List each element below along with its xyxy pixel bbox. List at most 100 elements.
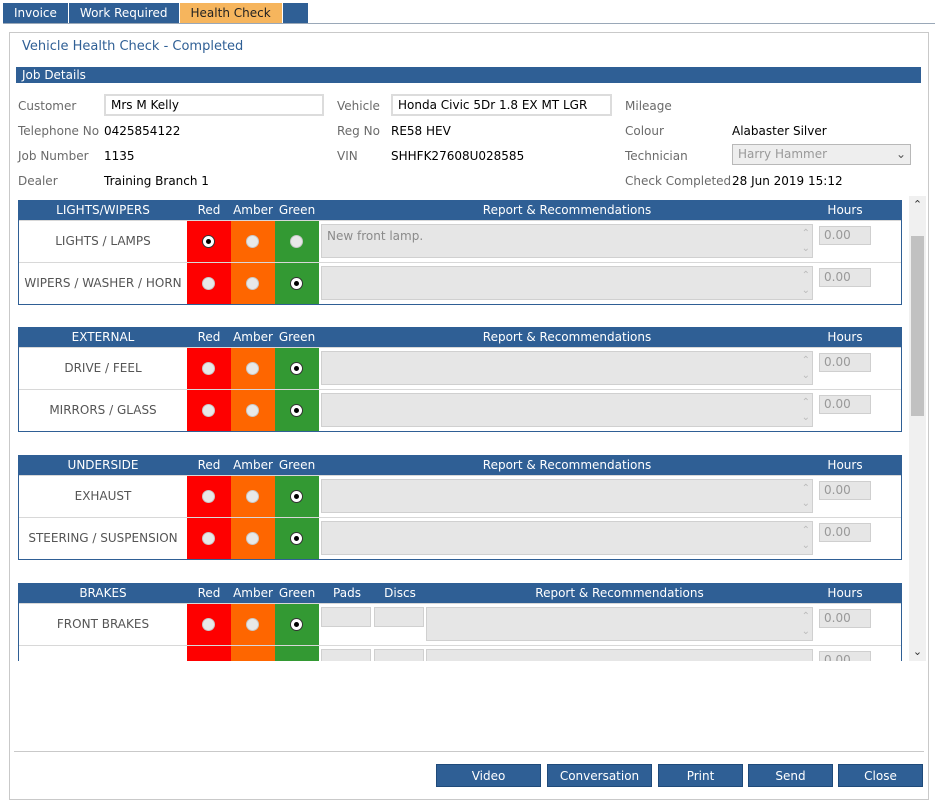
section-title: UNDERSIDE xyxy=(67,458,139,472)
close-button[interactable]: Close xyxy=(838,764,923,787)
hours-input[interactable]: 0.00 xyxy=(819,651,871,661)
check-row: EXHAUST ⌃ ⌄ 0.00 xyxy=(19,475,901,517)
green-radio[interactable] xyxy=(290,618,303,631)
hours-input[interactable]: 0.00 xyxy=(819,226,871,245)
row-label: STEERING / SUSPENSION xyxy=(28,531,178,545)
col-hours: Hours xyxy=(827,203,863,217)
check-row: FRONT BRAKES ⌃ ⌄ 0.00 xyxy=(19,603,901,645)
hours-input[interactable]: 0.00 xyxy=(819,523,871,542)
technician-select[interactable]: Harry Hammer ⌄ xyxy=(732,144,911,165)
discs-input[interactable] xyxy=(374,649,424,661)
print-button[interactable]: Print xyxy=(658,764,743,787)
health-check-scroll-area[interactable]: LIGHTS/WIPERS Red Amber Green Report & R… xyxy=(16,196,928,661)
amber-radio[interactable] xyxy=(246,532,259,545)
report-textarea[interactable]: ⌃ ⌄ xyxy=(321,479,813,513)
vehicle-field[interactable]: Honda Civic 5Dr 1.8 EX MT LGR xyxy=(391,94,612,116)
scroll-up-icon[interactable]: ⌃ xyxy=(909,196,926,214)
hours-input[interactable]: 0.00 xyxy=(819,609,871,628)
dealer-label: Dealer xyxy=(18,174,58,188)
pads-input[interactable] xyxy=(321,649,371,661)
row-label: WIPERS / WASHER / HORN xyxy=(24,276,182,290)
col-green: Green xyxy=(278,586,316,600)
col-discs: Discs xyxy=(384,586,416,600)
colour-label: Colour xyxy=(625,124,664,138)
discs-input[interactable] xyxy=(374,607,424,627)
check-row: DRIVE / FEEL ⌃ ⌄ 0.00 xyxy=(19,347,901,389)
section-header: UNDERSIDE Red Amber Green Report & Recom… xyxy=(19,456,901,475)
colour-value: Alabaster Silver xyxy=(732,124,827,138)
report-textarea[interactable]: ⌃ ⌄ xyxy=(321,521,813,555)
conversation-button[interactable]: Conversation xyxy=(547,764,652,787)
textarea-spin-icon[interactable]: ⌃ ⌄ xyxy=(802,268,810,298)
report-textarea[interactable] xyxy=(426,649,813,661)
textarea-spin-icon[interactable]: ⌃ ⌄ xyxy=(802,226,810,256)
red-radio[interactable] xyxy=(202,235,215,248)
health-check-panel: Vehicle Health Check - Completed Job Det… xyxy=(9,32,929,800)
red-radio[interactable] xyxy=(202,277,215,290)
tab-health-check[interactable]: Health Check xyxy=(179,3,283,23)
textarea-spin-icon[interactable]: ⌃ ⌄ xyxy=(802,481,810,511)
green-radio[interactable] xyxy=(290,277,303,290)
section-title: EXTERNAL xyxy=(71,330,135,344)
vehicle-label: Vehicle xyxy=(337,99,380,113)
col-report: Report & Recommendations xyxy=(482,330,652,344)
check-row: LIGHTS / LAMPS New front lamp. ⌃ ⌄ 0.00 xyxy=(19,220,901,262)
pads-input[interactable] xyxy=(321,607,371,627)
technician-label: Technician xyxy=(625,149,688,163)
section-lights-wipers: LIGHTS/WIPERS Red Amber Green Report & R… xyxy=(18,200,902,305)
hours-input[interactable]: 0.00 xyxy=(819,481,871,500)
vin-value: SHHFK27608U028585 xyxy=(391,149,525,163)
amber-radio[interactable] xyxy=(246,277,259,290)
col-hours: Hours xyxy=(827,330,863,344)
green-radio[interactable] xyxy=(290,404,303,417)
red-radio[interactable] xyxy=(202,490,215,503)
report-textarea[interactable]: ⌃ ⌄ xyxy=(321,266,813,300)
reg-value: RE58 HEV xyxy=(391,124,451,138)
scrollbar-thumb[interactable] xyxy=(911,236,924,416)
col-hours: Hours xyxy=(827,458,863,472)
report-textarea[interactable]: ⌃ ⌄ xyxy=(426,607,813,641)
red-radio[interactable] xyxy=(202,532,215,545)
amber-radio[interactable] xyxy=(246,235,259,248)
amber-radio[interactable] xyxy=(246,362,259,375)
video-button[interactable]: Video xyxy=(436,764,541,787)
hours-input[interactable]: 0.00 xyxy=(819,353,871,372)
vertical-scrollbar[interactable]: ⌃ ⌄ xyxy=(909,196,926,661)
col-green: Green xyxy=(278,203,316,217)
red-radio[interactable] xyxy=(202,404,215,417)
amber-radio[interactable] xyxy=(246,618,259,631)
amber-radio[interactable] xyxy=(246,490,259,503)
section-brakes: BRAKES Red Amber Green Pads Discs Report… xyxy=(18,583,902,661)
textarea-spin-icon[interactable]: ⌃ ⌄ xyxy=(802,523,810,553)
scroll-down-icon[interactable]: ⌄ xyxy=(909,643,926,661)
section-title: BRAKES xyxy=(79,586,127,600)
green-radio[interactable] xyxy=(290,362,303,375)
col-red: Red xyxy=(197,330,221,344)
section-header: BRAKES Red Amber Green Pads Discs Report… xyxy=(19,584,901,603)
report-textarea[interactable]: ⌃ ⌄ xyxy=(321,351,813,385)
report-textarea[interactable]: ⌃ ⌄ xyxy=(321,393,813,427)
col-report: Report & Recommendations xyxy=(535,586,704,600)
hours-input[interactable]: 0.00 xyxy=(819,268,871,287)
section-external: EXTERNAL Red Amber Green Report & Recomm… xyxy=(18,327,902,432)
customer-field[interactable]: Mrs M Kelly xyxy=(104,94,324,116)
tab-extra[interactable] xyxy=(282,3,309,23)
textarea-spin-icon[interactable]: ⌃ ⌄ xyxy=(802,609,810,639)
green-radio[interactable] xyxy=(290,532,303,545)
green-radio[interactable] xyxy=(290,235,303,248)
check-completed-label: Check Completed xyxy=(625,174,732,188)
hours-input[interactable]: 0.00 xyxy=(819,395,871,414)
send-button[interactable]: Send xyxy=(748,764,833,787)
amber-radio[interactable] xyxy=(246,404,259,417)
textarea-spin-icon[interactable]: ⌃ ⌄ xyxy=(802,395,810,425)
report-textarea[interactable]: New front lamp. ⌃ ⌄ xyxy=(321,224,813,258)
red-radio[interactable] xyxy=(202,618,215,631)
green-radio[interactable] xyxy=(290,490,303,503)
check-completed-value: 28 Jun 2019 15:12 xyxy=(732,174,843,188)
textarea-spin-icon[interactable]: ⌃ ⌄ xyxy=(802,353,810,383)
col-red: Red xyxy=(197,458,221,472)
tab-work-required[interactable]: Work Required xyxy=(68,3,180,23)
tab-invoice[interactable]: Invoice xyxy=(3,3,69,23)
vin-label: VIN xyxy=(337,149,358,163)
red-radio[interactable] xyxy=(202,362,215,375)
